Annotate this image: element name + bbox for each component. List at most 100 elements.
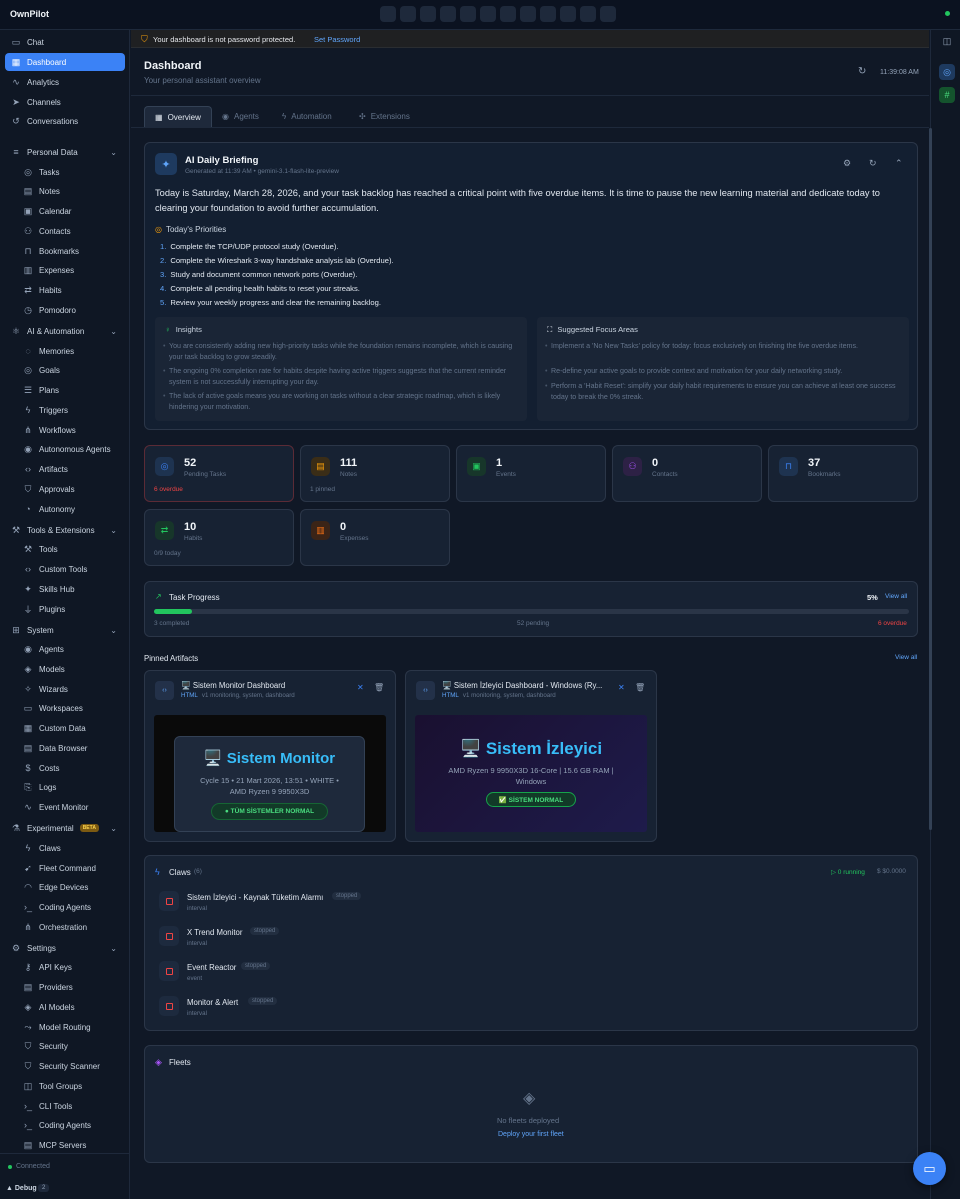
sidebar-section-settings[interactable]: ⚙ Settings ⌄: [5, 939, 125, 957]
sidebar-item-skills-hub[interactable]: ✦ Skills Hub: [5, 580, 125, 598]
gear-icon[interactable]: ⚙: [843, 158, 851, 169]
trash-icon[interactable]: 🗑: [374, 683, 384, 692]
view-all-link[interactable]: View all: [885, 593, 907, 600]
stop-icon[interactable]: [159, 891, 179, 911]
unpin-icon[interactable]: ✕: [357, 683, 364, 692]
sidebar-item-custom-data[interactable]: ▦ Custom Data: [5, 719, 125, 737]
toolbar-slot[interactable]: [480, 6, 496, 22]
refresh-icon[interactable]: ↻: [869, 158, 877, 169]
stat-card-events[interactable]: ▣ 1 Events: [456, 445, 606, 502]
toolbar-slot[interactable]: [400, 6, 416, 22]
sidebar-item-tools[interactable]: ⚒ Tools: [5, 540, 125, 558]
chevron-up-icon[interactable]: ⌃: [895, 158, 903, 169]
sidebar-item-analytics[interactable]: ∿ Analytics: [5, 73, 125, 91]
sidebar-item-calendar[interactable]: ▣ Calendar: [5, 202, 125, 220]
sidebar-item-providers[interactable]: ▤ Providers: [5, 978, 125, 996]
toolbar-slot[interactable]: [440, 6, 456, 22]
sidebar-item-mcp-servers[interactable]: ▤ MCP Servers: [5, 1136, 125, 1154]
toolbar-slot[interactable]: [520, 6, 536, 22]
sidebar-item-channels[interactable]: ➤ Channels: [5, 93, 125, 111]
toolbar-slot[interactable]: [600, 6, 616, 22]
stop-icon[interactable]: [159, 926, 179, 946]
stat-card-expenses[interactable]: ▥ 0 Expenses: [300, 509, 450, 566]
sidebar-item-chat[interactable]: ▭ Chat: [5, 33, 125, 51]
sidebar-item-approvals[interactable]: ⛉ Approvals: [5, 480, 125, 498]
sidebar-item-costs[interactable]: $ Costs: [5, 759, 125, 777]
sidebar-item-conversations[interactable]: ↺ Conversations: [5, 112, 125, 130]
sidebar-item-coding-agents-settings[interactable]: ›_ Coding Agents: [5, 1116, 125, 1134]
chat-button[interactable]: ▭: [913, 1152, 946, 1185]
panel-toggle-icon[interactable]: ◫: [939, 33, 955, 49]
sidebar-item-bookmarks[interactable]: ⊓ Bookmarks: [5, 242, 125, 260]
sidebar-item-workflows[interactable]: ⋔ Workflows: [5, 421, 125, 439]
view-all-link[interactable]: View all: [895, 654, 917, 661]
debug-toggle[interactable]: ▲ Debug: [6, 1185, 37, 1192]
sidebar-item-custom-tools[interactable]: ‹› Custom Tools: [5, 560, 125, 578]
sidebar-item-habits[interactable]: ⇄ Habits: [5, 281, 125, 299]
sidebar-item-notes[interactable]: ▤ Notes: [5, 182, 125, 200]
sidebar-item-dashboard[interactable]: ▦ Dashboard: [5, 53, 125, 71]
toolbar-slot[interactable]: [540, 6, 556, 22]
trash-icon[interactable]: 🗑: [635, 683, 645, 692]
stat-card-contacts[interactable]: ⚇ 0 Contacts: [612, 445, 762, 502]
sidebar-item-pomodoro[interactable]: ◷ Pomodoro: [5, 301, 125, 319]
claw-name[interactable]: Monitor & Alert: [187, 998, 238, 1007]
claw-name[interactable]: X Trend Monitor: [187, 928, 242, 937]
sidebar-item-autonomous-agents[interactable]: ◉ Autonomous Agents: [5, 440, 125, 458]
sidebar-item-security[interactable]: ⛉ Security: [5, 1037, 125, 1055]
sidebar-item-memories[interactable]: ◌ Memories: [5, 342, 125, 360]
claw-name[interactable]: Event Reactor: [187, 963, 236, 972]
artifact-card[interactable]: ‹› 🖥️ Sistem İzleyici Dashboard - Window…: [405, 670, 657, 842]
sidebar-item-logs[interactable]: ⎘ Logs: [5, 778, 125, 796]
toolbar-slot[interactable]: [460, 6, 476, 22]
sidebar-item-cli-tools[interactable]: ›_ CLI Tools: [5, 1097, 125, 1115]
sidebar-section-ai-automation[interactable]: ⚛ AI & Automation ⌄: [5, 322, 125, 340]
sidebar-item-ai-models[interactable]: ◈ AI Models: [5, 998, 125, 1016]
sidebar-item-models[interactable]: ◈ Models: [5, 660, 125, 678]
sidebar-item-plans[interactable]: ☰ Plans: [5, 381, 125, 399]
hash-icon[interactable]: #: [939, 87, 955, 103]
claw-name[interactable]: Sistem İzleyici - Kaynak Tüketim Alarmı: [187, 893, 323, 902]
sidebar-item-agents[interactable]: ◉ Agents: [5, 640, 125, 658]
sidebar-item-triggers[interactable]: ϟ Triggers: [5, 401, 125, 419]
compass-icon[interactable]: ◎: [939, 64, 955, 80]
tab-overview[interactable]: ▦ Overview: [144, 106, 212, 127]
sidebar-item-artifacts[interactable]: ‹› Artifacts: [5, 460, 125, 478]
stat-card-bookmarks[interactable]: ⊓ 37 Bookmarks: [768, 445, 918, 502]
sidebar-item-api-keys[interactable]: ⚷ API Keys: [5, 958, 125, 976]
set-password-link[interactable]: Set Password: [314, 35, 360, 44]
toolbar-slot[interactable]: [560, 6, 576, 22]
sidebar-item-contacts[interactable]: ⚇ Contacts: [5, 222, 125, 240]
sidebar-item-autonomy[interactable]: ◔ Autonomy: [5, 500, 125, 518]
stop-icon[interactable]: [159, 961, 179, 981]
tab-automation[interactable]: ϟ Automation: [272, 106, 342, 127]
sidebar-item-model-routing[interactable]: ⤳ Model Routing: [5, 1018, 125, 1036]
sidebar-item-goals[interactable]: ◎ Goals: [5, 361, 125, 379]
scrollbar[interactable]: [929, 128, 932, 830]
stat-card-habits[interactable]: ⇄ 10 Habits 0/9 today: [144, 509, 294, 566]
sidebar-item-coding-agents[interactable]: ›_ Coding Agents: [5, 898, 125, 916]
stat-card-notes[interactable]: ▤ 111 Notes 1 pinned: [300, 445, 450, 502]
sidebar-item-tasks[interactable]: ◎ Tasks: [5, 163, 125, 181]
refresh-icon[interactable]: ↻: [858, 66, 866, 77]
toolbar-slot[interactable]: [580, 6, 596, 22]
toolbar-slot[interactable]: [380, 6, 396, 22]
tab-extensions[interactable]: ✣ Extensions: [349, 106, 420, 127]
sidebar-item-plugins[interactable]: ⏚ Plugins: [5, 600, 125, 618]
sidebar-item-workspaces[interactable]: ▭ Workspaces: [5, 699, 125, 717]
sidebar-section-tools-extensions[interactable]: ⚒ Tools & Extensions ⌄: [5, 521, 125, 539]
artifact-card[interactable]: ‹› 🖥️ Sistem Monitor Dashboard HTML v1 mo…: [144, 670, 396, 842]
tab-agents[interactable]: ◉ Agents: [212, 106, 269, 127]
sidebar-section-experimental[interactable]: ⚗ Experimental BETA ⌄: [5, 819, 125, 837]
sidebar-section-personal-data[interactable]: ≡ Personal Data ⌄: [5, 143, 125, 161]
stat-card-pending-tasks[interactable]: ◎ 52 Pending Tasks 6 overdue: [144, 445, 294, 502]
sidebar-item-event-monitor[interactable]: ∿ Event Monitor: [5, 798, 125, 816]
stop-icon[interactable]: [159, 996, 179, 1016]
sidebar-item-expenses[interactable]: ▥ Expenses: [5, 261, 125, 279]
deploy-fleet-link[interactable]: Deploy your first fleet: [498, 1131, 564, 1138]
sidebar-item-edge-devices[interactable]: ◠ Edge Devices: [5, 878, 125, 896]
sidebar-item-orchestration[interactable]: ⋔ Orchestration: [5, 918, 125, 936]
sidebar-section-system[interactable]: ⊞ System ⌄: [5, 621, 125, 639]
sidebar-item-tool-groups[interactable]: ◫ Tool Groups: [5, 1077, 125, 1095]
toolbar-slot[interactable]: [420, 6, 436, 22]
